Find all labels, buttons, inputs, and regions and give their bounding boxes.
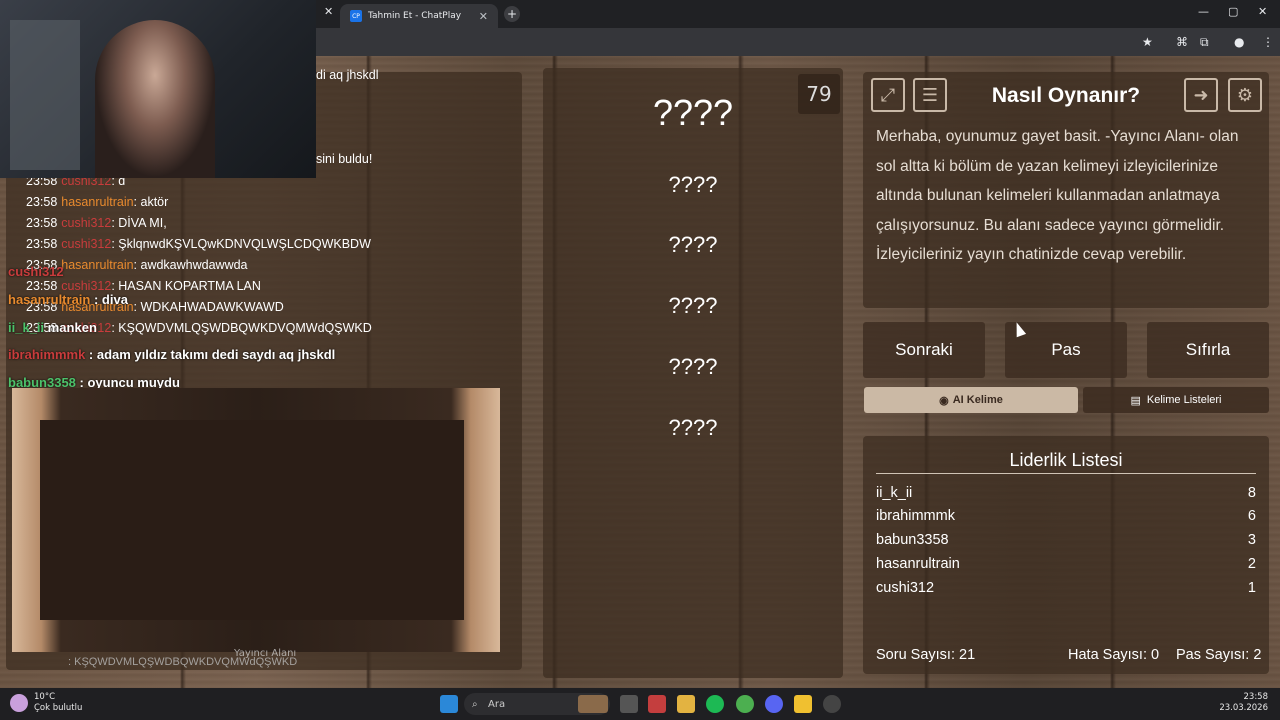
reset-button[interactable]: Sıfırla bbox=[1147, 322, 1269, 378]
close-tab-icon[interactable]: ✕ bbox=[479, 10, 488, 23]
translate-icon[interactable]: ⌘ bbox=[1176, 35, 1188, 49]
search-icon: ⌕ bbox=[472, 698, 478, 710]
chat-footer-line: : KŞQWDVMLQŞWDBQWKDVQMWdQŞWKD bbox=[68, 656, 298, 668]
chat-partial-line: sini buldu! bbox=[316, 152, 373, 166]
spotify-icon[interactable] bbox=[706, 695, 724, 713]
leaderboard-row: babun3358 3 bbox=[876, 532, 1256, 548]
forbidden-word: ???? bbox=[668, 415, 718, 440]
webcam-background bbox=[10, 20, 80, 170]
robot-icon: ◉ bbox=[939, 394, 949, 407]
chatplay-favicon-icon: CP bbox=[350, 10, 362, 22]
leaderboard-panel bbox=[863, 436, 1269, 674]
overlay-chat-line: hasanrultrain : diva bbox=[8, 292, 128, 307]
tab-chatplay[interactable]: CP Tahmin Et - ChatPlay ✕ bbox=[340, 4, 498, 28]
close-window-icon[interactable]: ✕ bbox=[1258, 5, 1267, 18]
document-icon[interactable]: ☰ bbox=[913, 78, 947, 112]
new-tab-button[interactable]: + bbox=[504, 6, 520, 22]
word-lists-button[interactable]: ▤ Kelime Listeleri bbox=[1083, 387, 1269, 413]
app-icon[interactable] bbox=[794, 695, 812, 713]
expand-icon[interactable]: ⤢ bbox=[871, 78, 905, 112]
leaderboard-divider bbox=[876, 473, 1256, 474]
pixelated-word-box bbox=[40, 420, 464, 620]
gear-icon[interactable]: ⚙ bbox=[1228, 78, 1262, 112]
leaderboard-row: ibrahimmmk 6 bbox=[876, 508, 1256, 524]
chat-line: 23:58 cushi312: ŞklqnwdKŞVLQwKDNVQLWŞLCDQ… bbox=[26, 237, 371, 251]
star-icon[interactable]: ★ bbox=[1142, 35, 1153, 49]
maximize-icon[interactable]: ▢ bbox=[1228, 5, 1238, 18]
instructions-text: Merhaba, oyunumuz gayet basit. -Yayıncı … bbox=[876, 128, 1239, 263]
next-button[interactable]: Sonraki bbox=[863, 322, 985, 378]
main-word: ???? bbox=[652, 92, 734, 133]
forbidden-word: ???? bbox=[668, 293, 718, 318]
forbidden-word: ???? bbox=[668, 354, 718, 379]
app-icon[interactable] bbox=[648, 695, 666, 713]
forbidden-word: ???? bbox=[668, 232, 718, 257]
error-count: Hata Sayısı: 0 bbox=[1068, 647, 1160, 663]
weather-widget[interactable]: 10°C Çok bulutlu bbox=[34, 692, 82, 714]
pass-count: Pas Sayısı: 2 bbox=[1176, 647, 1262, 663]
windows-start-icon[interactable] bbox=[440, 695, 458, 713]
ai-word-button[interactable]: ◉ AI Kelime bbox=[864, 387, 1078, 413]
leaderboard-row: ii_k_ii 8 bbox=[876, 485, 1256, 501]
exit-icon[interactable]: ➜ bbox=[1184, 78, 1218, 112]
overlay-chat-line: cushi312 bbox=[8, 264, 64, 279]
taskbar bbox=[0, 688, 1280, 720]
webcam-overlay bbox=[0, 0, 316, 178]
task-view-icon[interactable] bbox=[620, 695, 638, 713]
file-explorer-icon[interactable] bbox=[677, 695, 695, 713]
search-highlight-icon[interactable] bbox=[578, 695, 608, 713]
profile-avatar-icon[interactable]: ● bbox=[1234, 35, 1244, 49]
discord-icon[interactable] bbox=[765, 695, 783, 713]
leaderboard-title: Liderlik Listesi bbox=[1009, 450, 1123, 470]
list-icon: ▤ bbox=[1130, 394, 1141, 407]
chat-line: 23:58 cushi312: HASAN KOPARTMA LAN bbox=[26, 279, 261, 293]
leaderboard-row: hasanrultrain 2 bbox=[876, 556, 1256, 572]
overlay-chat-line: ibrahimmmk : adam yıldız takımı dedi say… bbox=[8, 347, 336, 362]
leaderboard-row: cushi312 1 bbox=[876, 580, 1256, 596]
taskbar-clock[interactable]: 23:58 23.03.2026 bbox=[1219, 692, 1268, 714]
how-to-play-title: Nasıl Oynanır? bbox=[991, 84, 1141, 107]
chat-partial-line: di aq jhskdl bbox=[316, 68, 379, 82]
close-prev-tab-icon[interactable]: ✕ bbox=[324, 5, 333, 18]
overlay-chat-line: ii_k_ii manken bbox=[8, 320, 97, 335]
menu-icon[interactable]: ⋮ bbox=[1262, 35, 1274, 49]
obs-icon[interactable] bbox=[823, 695, 841, 713]
question-count: Soru Sayısı: 21 bbox=[876, 647, 976, 663]
tab-title: Tahmin Et - ChatPlay bbox=[368, 11, 462, 21]
chat-line: 23:58 cushi312: DİVA MI, bbox=[26, 216, 167, 230]
forbidden-word: ???? bbox=[668, 172, 718, 197]
minimize-icon[interactable]: — bbox=[1198, 5, 1209, 18]
streamer-image bbox=[95, 20, 215, 178]
weather-icon[interactable] bbox=[10, 694, 28, 712]
chat-line: 23:58 hasanrultrain: aktör bbox=[26, 195, 169, 209]
chrome-icon[interactable] bbox=[736, 695, 754, 713]
extensions-icon[interactable]: ⧉ bbox=[1200, 35, 1209, 50]
